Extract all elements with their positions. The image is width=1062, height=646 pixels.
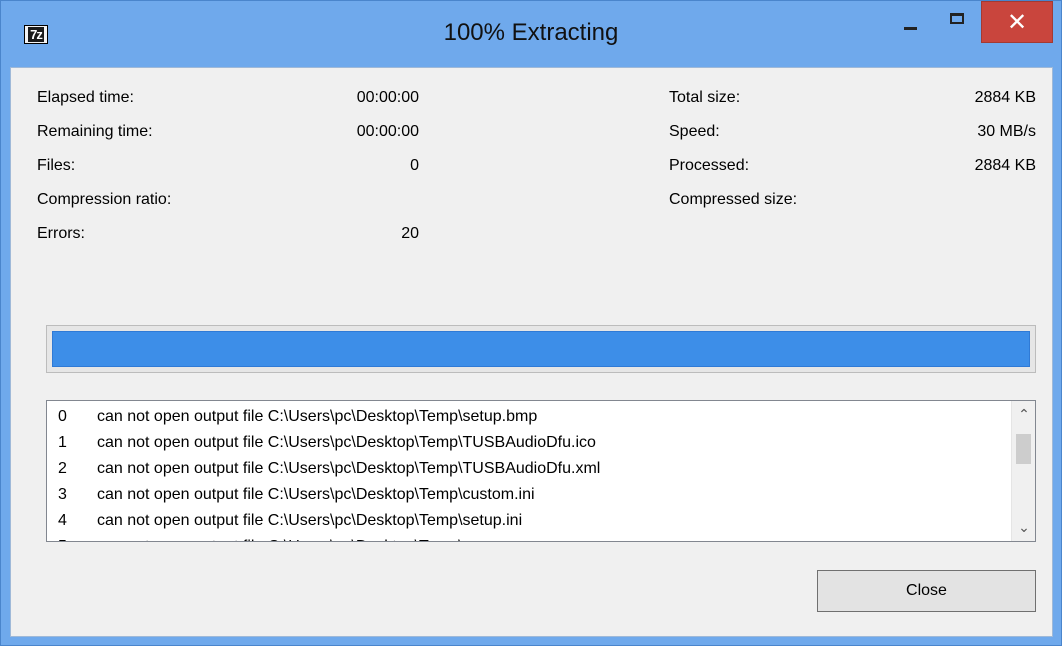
minimize-button[interactable]	[889, 1, 935, 41]
progress-fill	[52, 331, 1030, 367]
log-row-index: 1	[58, 434, 67, 451]
log-row-index: 3	[58, 486, 67, 503]
total-size-label: Total size:	[669, 89, 741, 106]
processed-value: 2884 KB	[974, 157, 1036, 174]
log-row-message: can not open output file C:\Users\pc\Des…	[97, 512, 523, 529]
log-row[interactable]: 1 can not open output file C:\Users\pc\De…	[47, 430, 1011, 456]
log-row-index: 2	[58, 460, 67, 477]
extract-progress-window: 7z 100% Extracting ✕ Elapsed time: 00:00…	[0, 0, 1062, 646]
files-label: Files:	[37, 157, 76, 174]
log-row[interactable]: 0 can not open output file C:\Users\pc\De…	[47, 404, 1011, 430]
extraction-progress-bar	[46, 325, 1036, 373]
log-row-message: can not open output file C:\Users\pc\Des…	[97, 434, 596, 451]
files-value: 0	[410, 157, 419, 174]
errors-value: 20	[401, 225, 419, 242]
title-bar[interactable]: 7z 100% Extracting ✕	[1, 1, 1061, 67]
errors-label: Errors:	[37, 225, 85, 242]
compressed-size-label: Compressed size:	[669, 191, 798, 208]
log-row-index: 0	[58, 408, 67, 425]
scroll-thumb[interactable]	[1016, 434, 1031, 464]
speed-value: 30 MB/s	[977, 123, 1036, 140]
log-scrollbar[interactable]: ⌃ ⌄	[1011, 401, 1035, 541]
log-row[interactable]: 5 can not open output file C:\Users\pc\De…	[47, 534, 1011, 541]
minimize-icon	[904, 27, 917, 30]
elapsed-time-label: Elapsed time:	[37, 89, 134, 106]
remaining-time-value: 00:00:00	[356, 123, 419, 140]
error-log-list[interactable]: 0 can not open output file C:\Users\pc\De…	[46, 400, 1036, 542]
total-size-value: 2884 KB	[974, 89, 1036, 106]
log-row-message: can not open output file C:\Users\pc\Des…	[97, 486, 535, 503]
close-icon: ✕	[1006, 8, 1028, 36]
log-row-index: 5	[58, 534, 67, 541]
maximize-button[interactable]	[936, 1, 980, 41]
log-row-message: can not open output file C:\Users\pc\Des…	[97, 460, 601, 477]
log-row-index: 4	[58, 512, 67, 529]
log-row-message: can not open output file C:\Users\pc\Des…	[97, 408, 538, 425]
log-row[interactable]: 2 can not open output file C:\Users\pc\De…	[47, 456, 1011, 482]
processed-label: Processed:	[669, 157, 750, 174]
remaining-time-label: Remaining time:	[37, 123, 153, 140]
compression-ratio-label: Compression ratio:	[37, 191, 172, 208]
close-button[interactable]: Close	[817, 570, 1036, 612]
log-row[interactable]: 4 can not open output file C:\Users\pc\De…	[47, 508, 1011, 534]
elapsed-time-value: 00:00:00	[356, 89, 419, 106]
window-close-button[interactable]: ✕	[981, 1, 1053, 43]
maximize-icon	[950, 13, 964, 24]
speed-label: Speed:	[669, 123, 720, 140]
log-row[interactable]: 3 can not open output file C:\Users\pc\De…	[47, 482, 1011, 508]
scroll-down-icon[interactable]: ⌄	[1012, 517, 1035, 539]
scroll-up-icon[interactable]: ⌃	[1012, 404, 1035, 426]
log-rows: 0 can not open output file C:\Users\pc\De…	[47, 404, 1011, 541]
log-row-message: can not open output file C:\Users\pc\Des…	[97, 534, 476, 541]
dialog-body: Elapsed time: 00:00:00 Remaining time: 0…	[10, 67, 1053, 637]
